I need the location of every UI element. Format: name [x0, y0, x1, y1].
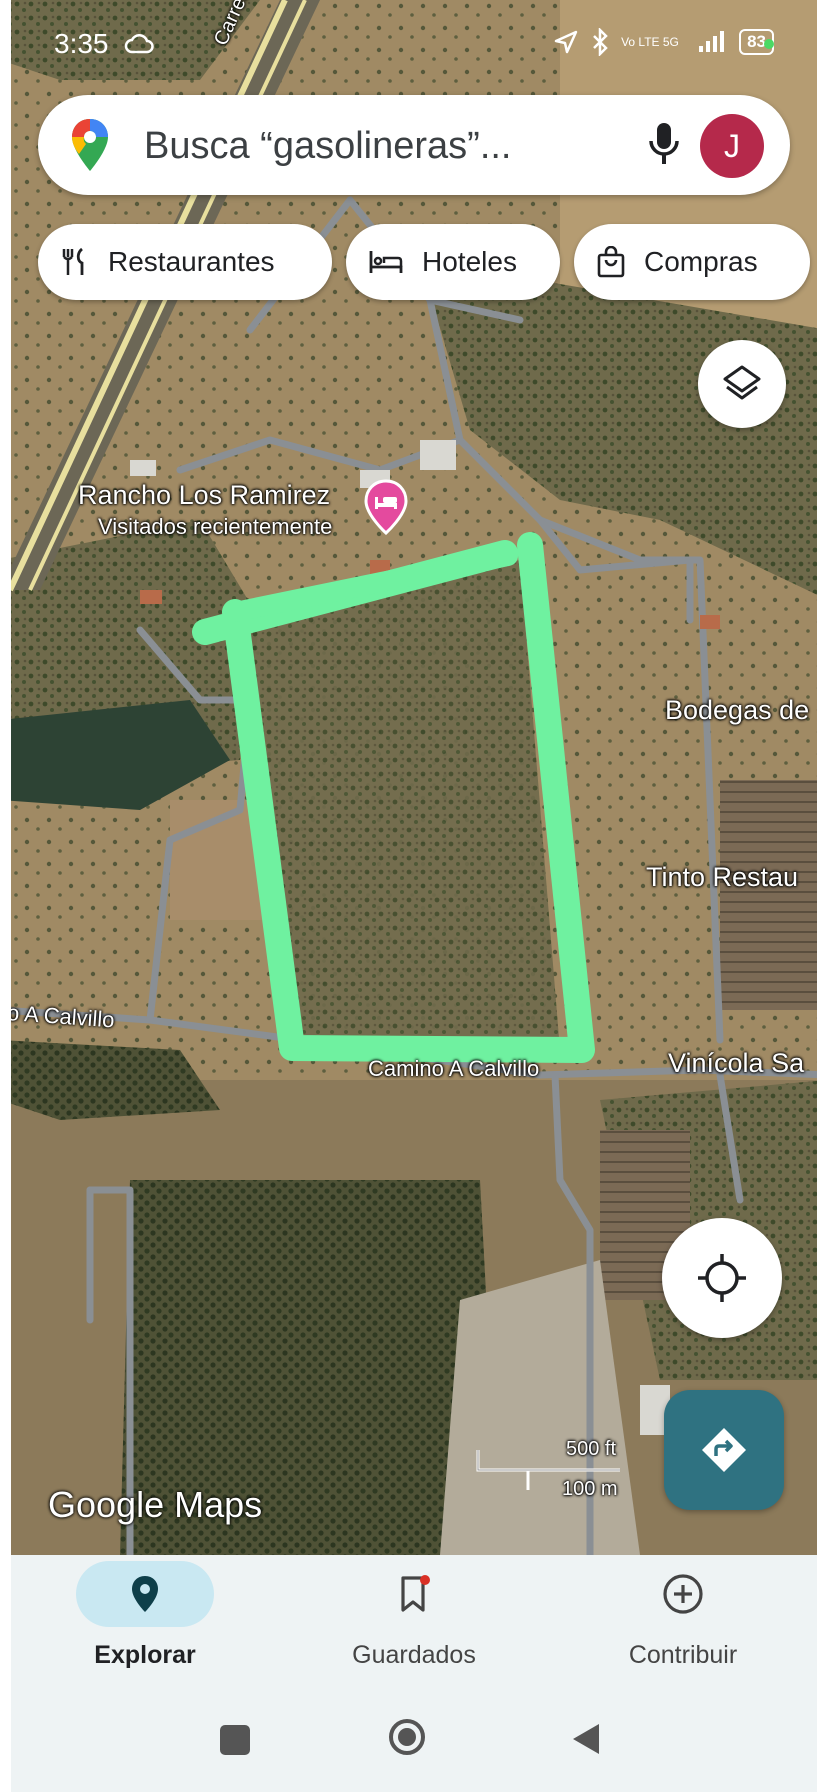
right-edge: [817, 0, 828, 1792]
nav-pill: [614, 1561, 752, 1627]
google-maps-logo-icon: [70, 117, 110, 178]
layers-icon: [723, 365, 761, 400]
search-bar[interactable]: Busca “gasolineras”... J: [38, 95, 790, 195]
map-scale: 500 ft 100 m: [470, 1428, 630, 1500]
bed-icon: [368, 249, 404, 275]
bottom-navigation: Explorar Guardados Contribuir: [11, 1555, 817, 1690]
chip-hoteles[interactable]: Hoteles: [346, 224, 560, 300]
nav-label: Guardados: [352, 1641, 476, 1669]
status-time: 3:35: [54, 28, 109, 59]
scale-imperial: 500 ft: [566, 1438, 617, 1460]
green-dot-indicator: [764, 39, 774, 49]
explore-pin-icon: [132, 1576, 158, 1612]
nav-contribuir[interactable]: Contribuir: [549, 1555, 817, 1690]
chip-compras[interactable]: Compras: [574, 224, 810, 300]
bookmark-icon: [401, 1575, 430, 1612]
map-label-tinto[interactable]: Tinto Restau: [646, 862, 798, 893]
place-name-label[interactable]: Rancho Los Ramirez: [78, 480, 330, 511]
nav-active-pill: [76, 1561, 214, 1627]
nav-explorar[interactable]: Explorar: [11, 1555, 279, 1690]
map-label-vinicola[interactable]: Vinícola Sa: [668, 1048, 804, 1079]
status-bar: 3:35 Vo LTE 5G 83: [0, 0, 828, 92]
system-navigation-bar: [11, 1690, 817, 1792]
back-button[interactable]: [571, 1722, 601, 1761]
place-subtitle-label: Visitados recientemente: [98, 514, 333, 539]
back-triangle-icon: [573, 1724, 599, 1754]
directions-button[interactable]: [664, 1390, 784, 1510]
directions-icon: [702, 1428, 746, 1472]
scale-metric: 100 m: [562, 1478, 618, 1500]
place-pin[interactable]: [363, 479, 409, 535]
nav-label: Explorar: [94, 1641, 196, 1669]
chip-label: Compras: [644, 246, 758, 277]
cloud-icon: [124, 34, 154, 59]
nav-pill: [345, 1561, 483, 1627]
map-label-bodegas[interactable]: Bodegas de: [665, 695, 809, 726]
home-button[interactable]: [389, 1719, 425, 1755]
nav-label: Contribuir: [628, 1641, 738, 1669]
layers-button[interactable]: [698, 340, 786, 428]
chip-label: Restaurantes: [108, 246, 275, 277]
recents-button[interactable]: [220, 1725, 250, 1755]
hotel-pin-icon: [364, 479, 408, 535]
fork-knife-icon: [60, 247, 90, 277]
chip-restaurantes[interactable]: Restaurantes: [38, 224, 332, 300]
google-maps-watermark: Google Maps: [48, 1484, 263, 1525]
shopping-bag-icon: [596, 246, 626, 278]
nav-guardados[interactable]: Guardados: [280, 1555, 548, 1690]
network-indicator: Vo LTE 5G: [621, 34, 679, 49]
road-label-camino-center: Camino A Calvillo: [368, 1056, 540, 1081]
location-arrow-icon: [554, 30, 578, 54]
microphone-icon[interactable]: [646, 121, 682, 172]
crosshair-icon: [698, 1254, 746, 1302]
my-location-button[interactable]: [662, 1218, 782, 1338]
add-circle-icon: [663, 1574, 703, 1614]
search-placeholder[interactable]: Busca “gasolineras”...: [144, 125, 512, 168]
home-dot: [398, 1728, 416, 1746]
chip-label: Hoteles: [422, 246, 517, 277]
left-edge: [0, 0, 11, 1792]
signal-icon: [699, 31, 725, 52]
bluetooth-icon: [593, 28, 608, 56]
account-avatar[interactable]: J: [700, 114, 764, 178]
